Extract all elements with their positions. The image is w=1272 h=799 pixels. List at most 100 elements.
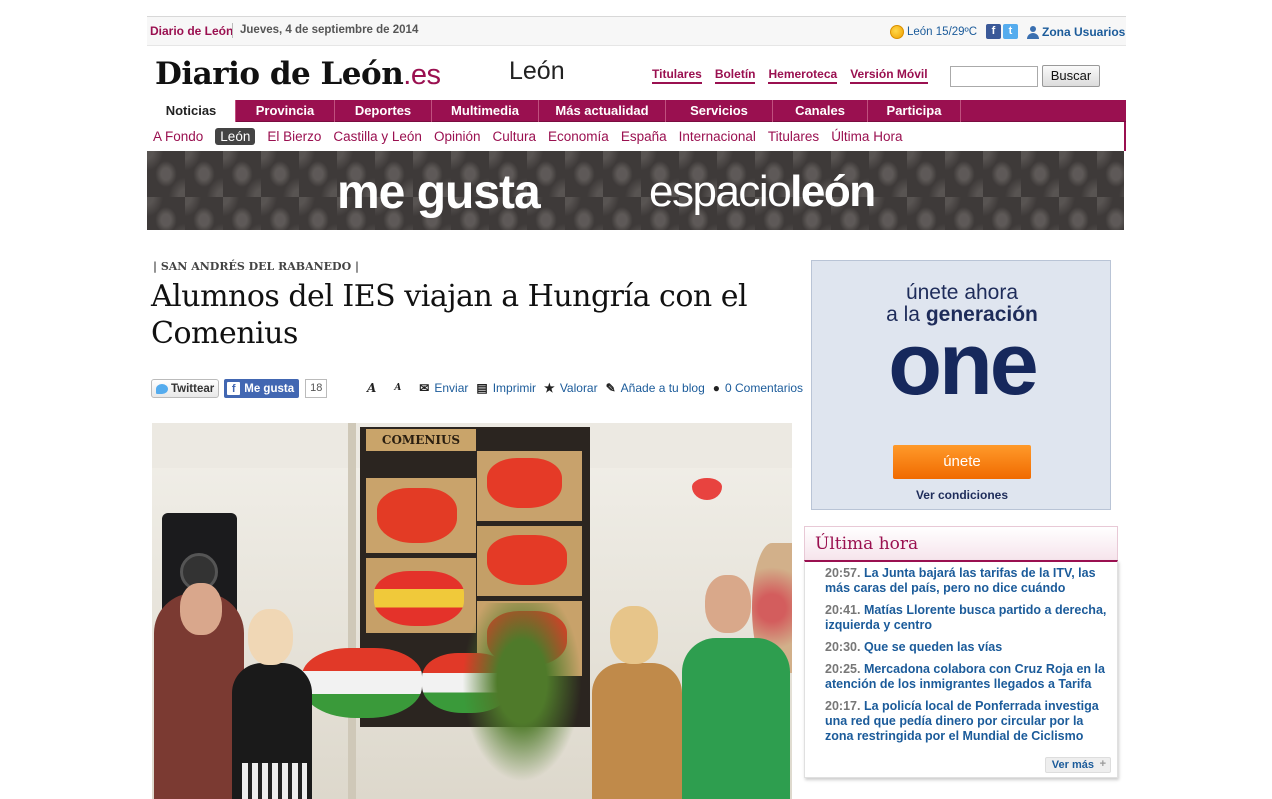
weather-widget[interactable]: León 15/29ºC: [890, 25, 977, 39]
header-link-boletin[interactable]: Boletín: [714, 67, 756, 84]
subnav-item-leon[interactable]: León: [215, 128, 256, 145]
subnav-item-opinion[interactable]: Opinión: [434, 129, 481, 144]
subnav-item-a-fondo[interactable]: A Fondo: [153, 129, 203, 144]
news-text: La policía local de Ponferrada investiga…: [825, 699, 1099, 743]
news-time: 20:17.: [825, 699, 861, 713]
news-item[interactable]: 20:30. Que se queden las vías: [825, 640, 1107, 655]
header-link-titulares[interactable]: Titulares: [652, 67, 702, 84]
header-links: Titulares Boletín Hemeroteca Versión Móv…: [652, 67, 928, 84]
current-date: Jueves, 4 de septiembre de 2014: [240, 24, 419, 36]
nav-item-canales[interactable]: Canales: [773, 100, 868, 122]
subnav-item-cultura[interactable]: Cultura: [492, 129, 536, 144]
see-more-button[interactable]: Ver más: [1044, 757, 1111, 773]
promo-banner[interactable]: me gusta espacioleón: [147, 151, 1124, 230]
pencil-icon: ✎: [605, 381, 616, 395]
add-to-blog-link[interactable]: Añade a tu blog: [621, 381, 705, 395]
comments-link[interactable]: 0 Comentarios: [725, 381, 803, 395]
tweet-label: Twittear: [171, 382, 215, 395]
news-text: Mercadona colabora con Cruz Roja en la a…: [825, 662, 1105, 691]
news-time: 20:25.: [825, 662, 861, 676]
share-bar: Twittear f Me gusta 18: [151, 379, 328, 398]
printer-icon: ▤: [476, 381, 488, 395]
news-text: Matías Llorente busca partido a derecha,…: [825, 603, 1107, 632]
subnav-item-el-bierzo[interactable]: El Bierzo: [267, 129, 321, 144]
logo-main: Diario de León: [155, 56, 404, 92]
ad-join-button[interactable]: únete: [893, 445, 1031, 479]
nav-item-multimedia[interactable]: Multimedia: [432, 100, 539, 122]
divider: [232, 23, 233, 38]
edition-city: León: [509, 57, 565, 85]
user-zone-label: Zona Usuarios: [1042, 25, 1126, 39]
news-item[interactable]: 20:17. La policía local de Ponferrada in…: [825, 699, 1107, 744]
subnav-item-internacional[interactable]: Internacional: [679, 129, 756, 144]
tweet-button[interactable]: Twittear: [151, 379, 220, 398]
header-link-version-movil[interactable]: Versión Móvil: [850, 67, 928, 84]
facebook-like-label: Me gusta: [244, 382, 295, 395]
social-links: f t: [986, 24, 1018, 39]
nav-item-noticias[interactable]: Noticias: [147, 100, 236, 122]
logo-suffix: .es: [403, 59, 441, 91]
article-kicker: | SAN ANDRÉS DEL RABANEDO |: [153, 260, 360, 273]
banner-pattern: [147, 151, 1124, 230]
article-photo[interactable]: COMENIUS: [152, 423, 792, 799]
header-link-hemeroteca[interactable]: Hemeroteca: [768, 67, 838, 84]
site-name-link[interactable]: Diario de León: [150, 24, 233, 38]
subnav-item-espana[interactable]: España: [621, 129, 667, 144]
news-item[interactable]: 20:41. Matías Llorente busca partido a d…: [825, 603, 1107, 633]
print-link[interactable]: Imprimir: [493, 381, 536, 395]
top-bar: Diario de León Jueves, 4 de septiembre d…: [147, 16, 1126, 46]
latest-news-title: Última hora: [804, 526, 1118, 560]
subnav-item-titulares[interactable]: Titulares: [768, 129, 819, 144]
comment-icon: ●: [712, 381, 720, 395]
user-zone-link[interactable]: Zona Usuarios: [1027, 25, 1125, 39]
weather-text: León 15/29ºC: [907, 26, 978, 38]
news-time: 20:41.: [825, 603, 861, 617]
banner-text-leon: león: [790, 167, 876, 216]
twitter-icon[interactable]: t: [1003, 24, 1018, 39]
main-nav: Noticias Provincia Deportes Multimedia M…: [147, 100, 1126, 122]
nav-item-deportes[interactable]: Deportes: [335, 100, 432, 122]
news-time: 20:30.: [825, 640, 861, 654]
ad-line-1: únete ahora: [905, 281, 1019, 304]
twitter-bird-icon: [156, 383, 168, 394]
news-item[interactable]: 20:25. Mercadona colabora con Cruz Roja …: [825, 662, 1107, 692]
news-text: Que se queden las vías: [863, 640, 1003, 654]
latest-news-box: Última hora 20:57. La Junta bajará las t…: [804, 526, 1118, 778]
subnav-item-economia[interactable]: Economía: [548, 129, 609, 144]
article-headline: Alumnos del IES viajan a Hungría con el …: [151, 279, 748, 351]
star-icon: ★: [544, 381, 555, 395]
banner-text-espacio-leon: espacioleón: [649, 167, 876, 217]
send-link[interactable]: Enviar: [434, 381, 468, 395]
weather-sun-icon: [890, 25, 904, 39]
facebook-like-button[interactable]: f Me gusta: [224, 379, 300, 398]
sub-nav: A Fondo León El Bierzo Castilla y León O…: [147, 122, 1126, 151]
generation-one-ad[interactable]: únete ahora a la generación one únete Ve…: [811, 260, 1111, 510]
ad-brand: one: [888, 314, 1038, 413]
article-tools: A A ✉ Enviar ▤ Imprimir ★ Valorar ✎ Añad…: [367, 381, 806, 395]
nav-item-servicios[interactable]: Servicios: [666, 100, 773, 122]
news-item[interactable]: 20:57. La Junta bajará las tarifas de la…: [825, 566, 1107, 596]
page: Diario de León Jueves, 4 de septiembre d…: [147, 16, 1126, 799]
search-button[interactable]: Buscar: [1042, 65, 1100, 87]
font-decrease-button[interactable]: A: [394, 383, 401, 393]
facebook-icon: f: [227, 382, 241, 395]
user-icon: [1027, 25, 1039, 39]
nav-item-participa[interactable]: Participa: [868, 100, 961, 122]
ad-conditions-link[interactable]: Ver condiciones: [812, 488, 1112, 502]
search-input[interactable]: [950, 66, 1038, 87]
news-text: La Junta bajará las tarifas de la ITV, l…: [825, 566, 1096, 595]
photo-sign: COMENIUS: [366, 429, 476, 451]
rate-link[interactable]: Valorar: [560, 381, 598, 395]
news-time: 20:57.: [825, 566, 861, 580]
like-count: 18: [305, 379, 328, 398]
banner-text-me-gusta: me gusta: [337, 166, 541, 219]
envelope-icon: ✉: [419, 381, 430, 395]
font-increase-button[interactable]: A: [367, 381, 376, 395]
nav-item-provincia[interactable]: Provincia: [236, 100, 335, 122]
nav-item-mas-actualidad[interactable]: Más actualidad: [539, 100, 666, 122]
subnav-item-castilla-y-leon[interactable]: Castilla y León: [333, 129, 422, 144]
subnav-item-ultima-hora[interactable]: Última Hora: [831, 129, 902, 144]
header: Diario de León.es León Titulares Boletín…: [147, 47, 1126, 100]
facebook-icon[interactable]: f: [986, 24, 1001, 39]
site-logo[interactable]: Diario de León.es: [155, 56, 441, 92]
